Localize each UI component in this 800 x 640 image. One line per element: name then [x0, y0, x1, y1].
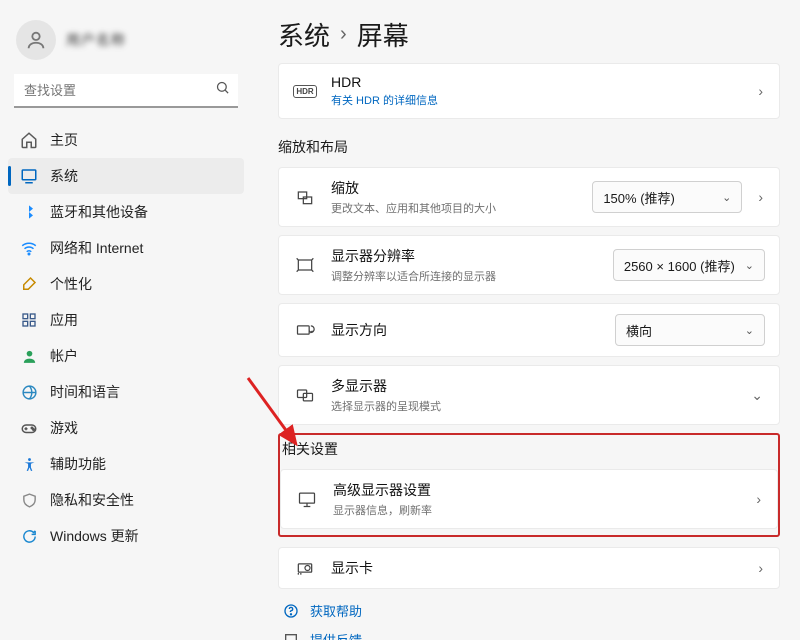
globe-clock-icon: [20, 383, 38, 401]
row-subtitle: 更改文本、应用和其他项目的大小: [331, 200, 578, 216]
user-name: 用户名称: [66, 30, 126, 50]
person-icon: [20, 347, 38, 365]
chevron-right-icon: ›: [756, 83, 765, 99]
dropdown-value: 横向: [626, 321, 652, 340]
row-advanced-display[interactable]: 高级显示器设置 显示器信息，刷新率 ›: [280, 469, 778, 529]
orientation-icon: [293, 320, 317, 340]
nav-accounts[interactable]: 帐户: [8, 338, 244, 374]
chevron-down-icon: ⌄: [749, 387, 765, 404]
monitor-icon: [295, 489, 319, 509]
chevron-down-icon: ⌄: [745, 259, 754, 272]
help-icon: [282, 603, 300, 619]
row-subtitle: 调整分辨率以适合所连接的显示器: [331, 268, 599, 284]
orientation-dropdown[interactable]: 横向 ⌄: [615, 314, 765, 346]
nav-label: Windows 更新: [50, 526, 139, 546]
scale-icon: [293, 187, 317, 207]
highlighted-advanced-display: 相关设置 高级显示器设置 显示器信息，刷新率 ›: [278, 433, 780, 537]
link-label: 获取帮助: [310, 601, 362, 620]
row-graphics-card[interactable]: 显示卡 ›: [278, 547, 780, 589]
row-title: HDR: [331, 74, 742, 90]
nav-label: 游戏: [50, 418, 78, 438]
user-account-row[interactable]: 用户名称: [8, 14, 244, 74]
nav-apps[interactable]: 应用: [8, 302, 244, 338]
nav-home[interactable]: 主页: [8, 122, 244, 158]
feedback-icon: [282, 632, 300, 640]
nav-system[interactable]: 系统: [8, 158, 244, 194]
nav-accessibility[interactable]: 辅助功能: [8, 446, 244, 482]
nav-personalization[interactable]: 个性化: [8, 266, 244, 302]
dropdown-value: 2560 × 1600 (推荐): [624, 256, 735, 275]
gpu-icon: [293, 558, 317, 578]
row-orientation[interactable]: 显示方向 横向 ⌄: [278, 303, 780, 357]
link-feedback[interactable]: 提供反馈: [282, 630, 780, 640]
chevron-down-icon: ⌄: [745, 324, 754, 337]
chevron-right-icon: ›: [756, 189, 765, 205]
nav-label: 蓝牙和其他设备: [50, 202, 148, 222]
scale-dropdown[interactable]: 150% (推荐) ⌄: [592, 181, 742, 213]
nav-bluetooth[interactable]: 蓝牙和其他设备: [8, 194, 244, 230]
bluetooth-icon: [20, 203, 38, 221]
nav-label: 系统: [50, 166, 78, 186]
shield-icon: [20, 491, 38, 509]
nav-gaming[interactable]: 游戏: [8, 410, 244, 446]
breadcrumb: 系统 › 屏幕: [278, 16, 780, 53]
brush-icon: [20, 275, 38, 293]
hdr-icon: HDR: [293, 85, 317, 98]
chevron-right-icon: ›: [340, 23, 347, 46]
nav-label: 应用: [50, 310, 78, 330]
row-hdr[interactable]: HDR HDR 有关 HDR 的详细信息 ›: [278, 63, 780, 119]
row-title: 显示方向: [331, 320, 601, 340]
breadcrumb-root[interactable]: 系统: [278, 16, 330, 53]
dropdown-value: 150% (推荐): [603, 188, 675, 207]
nav-label: 主页: [50, 130, 78, 150]
nav-label: 网络和 Internet: [50, 238, 143, 258]
gamepad-icon: [20, 419, 38, 437]
row-title: 显示卡: [331, 558, 742, 578]
row-subtitle: 显示器信息，刷新率: [333, 502, 740, 518]
nav-label: 帐户: [50, 346, 78, 366]
system-icon: [20, 167, 38, 185]
row-title: 高级显示器设置: [333, 480, 740, 500]
nav-update[interactable]: Windows 更新: [8, 518, 244, 554]
nav-label: 个性化: [50, 274, 92, 294]
wifi-icon: [20, 239, 38, 257]
home-icon: [20, 131, 38, 149]
apps-icon: [20, 311, 38, 329]
chevron-down-icon: ⌄: [722, 191, 731, 204]
section-related: 相关设置: [280, 439, 778, 459]
avatar: [16, 20, 56, 60]
row-multi-display[interactable]: 多显示器 选择显示器的呈现模式 ⌄: [278, 365, 780, 425]
search-input[interactable]: [14, 74, 238, 108]
update-icon: [20, 527, 38, 545]
nav-label: 时间和语言: [50, 382, 120, 402]
nav-network[interactable]: 网络和 Internet: [8, 230, 244, 266]
row-title: 多显示器: [331, 376, 735, 396]
resolution-dropdown[interactable]: 2560 × 1600 (推荐) ⌄: [613, 249, 765, 281]
chevron-right-icon: ›: [756, 560, 765, 576]
resolution-icon: [293, 255, 317, 275]
row-scale[interactable]: 缩放 更改文本、应用和其他项目的大小 150% (推荐) ⌄ ›: [278, 167, 780, 227]
row-subtitle-link[interactable]: 有关 HDR 的详细信息: [331, 92, 742, 108]
row-title: 缩放: [331, 178, 578, 198]
row-subtitle: 选择显示器的呈现模式: [331, 398, 735, 414]
link-label: 提供反馈: [310, 630, 362, 640]
nav-label: 辅助功能: [50, 454, 106, 474]
link-get-help[interactable]: 获取帮助: [282, 601, 780, 620]
section-scale-layout: 缩放和布局: [278, 137, 780, 157]
accessibility-icon: [20, 455, 38, 473]
row-resolution[interactable]: 显示器分辨率 调整分辨率以适合所连接的显示器 2560 × 1600 (推荐) …: [278, 235, 780, 295]
chevron-right-icon: ›: [754, 491, 763, 507]
row-title: 显示器分辨率: [331, 246, 599, 266]
multi-display-icon: [293, 385, 317, 405]
breadcrumb-leaf: 屏幕: [357, 16, 409, 53]
nav-privacy[interactable]: 隐私和安全性: [8, 482, 244, 518]
nav-label: 隐私和安全性: [50, 490, 134, 510]
nav-time[interactable]: 时间和语言: [8, 374, 244, 410]
